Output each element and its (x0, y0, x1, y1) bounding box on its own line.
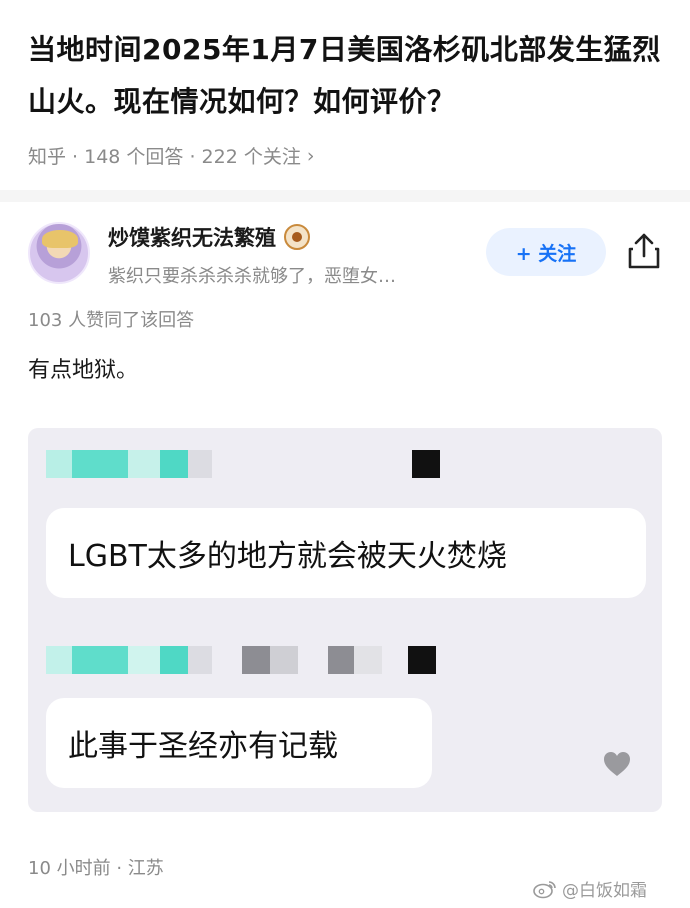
question-meta-text: 知乎 · 148 个回答 · 222 个关注 (28, 146, 301, 168)
question-meta[interactable]: 知乎 · 148 个回答 · 222 个关注 › (28, 142, 668, 169)
weibo-icon (533, 880, 556, 898)
question-header: 当地时间2025年1月7日美国洛杉矶北部发生猛烈山火。现在情况如何？如何评价？ … (28, 24, 668, 169)
answer-body: 有点地狱。 (28, 358, 139, 383)
question-title[interactable]: 当地时间2025年1月7日美国洛杉矶北部发生猛烈山火。现在情况如何？如何评价？ (28, 24, 668, 128)
author-bio: 紫织只要杀杀杀杀就够了，恶堕女… (108, 266, 396, 287)
blurred-username (46, 646, 436, 674)
author-name: 炒馍紫织无法繁殖 (108, 226, 276, 250)
share-icon[interactable] (626, 232, 662, 270)
author-row: 炒馍紫织无法繁殖 紫织只要杀杀杀杀就够了，恶堕女… + 关注 (28, 218, 668, 298)
chat-bubble: 此事于圣经亦有记载 (46, 698, 432, 788)
answer-time-location: 10 小时前 · 江苏 (28, 858, 164, 879)
upvote-count: 103 人赞同了该回答 (28, 310, 195, 331)
blurred-username (46, 450, 440, 478)
embedded-screenshot[interactable]: LGBT太多的地方就会被天火焚烧 此事于圣经亦有记载 (28, 428, 662, 812)
watermark-text: @白饭如霜 (562, 881, 647, 901)
creator-badge-icon (284, 224, 310, 250)
chat-bubble: LGBT太多的地方就会被天火焚烧 (46, 508, 646, 598)
chevron-right-icon: › (306, 144, 315, 167)
follow-button[interactable]: + 关注 (486, 228, 606, 276)
author-name-wrap[interactable]: 炒馍紫织无法繁殖 (108, 222, 310, 252)
watermark: @白饭如霜 (532, 876, 647, 901)
heart-icon (604, 752, 630, 776)
section-divider (0, 190, 690, 202)
avatar[interactable] (28, 222, 90, 284)
